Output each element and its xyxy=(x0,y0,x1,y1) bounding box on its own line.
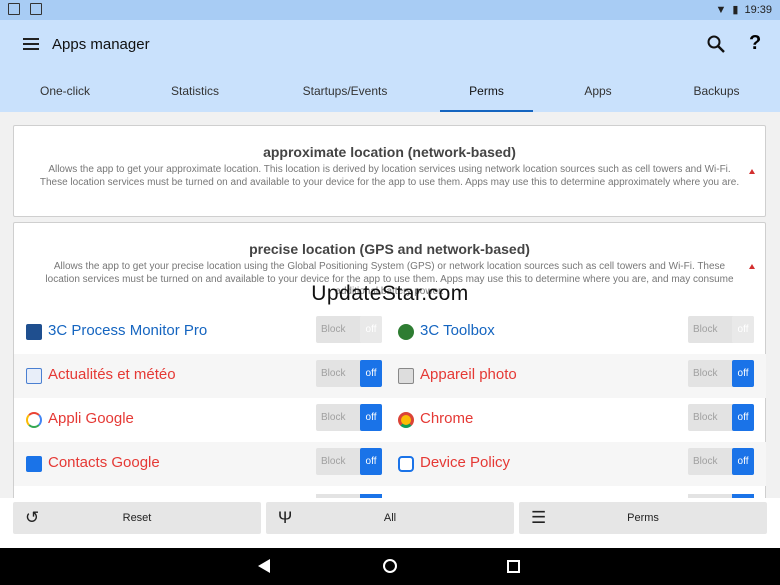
app-name[interactable]: Appli Google xyxy=(48,410,134,427)
gallery-notification-icon xyxy=(8,3,20,15)
perms-label: Perms xyxy=(627,512,659,524)
block-toggle[interactable]: Block off xyxy=(688,316,754,343)
app-entry: 3C Process Monitor Pro Block off xyxy=(14,310,384,354)
collapse-arrow-icon[interactable] xyxy=(749,169,755,174)
chrome-icon xyxy=(398,412,414,428)
wifi-icon: ▼ xyxy=(715,3,727,16)
block-label: Block xyxy=(321,456,346,467)
tab-apps[interactable]: Apps xyxy=(543,80,653,112)
permission-title: precise location (GPS and network-based) xyxy=(249,241,530,257)
block-label: Block xyxy=(693,324,718,335)
status-bar: ▼ ▮ 19:39 xyxy=(0,0,780,20)
off-label: off xyxy=(360,316,382,343)
app-name[interactable]: Appareil photo xyxy=(420,366,517,383)
app-name[interactable]: 3C Process Monitor Pro xyxy=(48,322,207,339)
app-name[interactable]: Contacts Google xyxy=(48,454,160,471)
off-label: off xyxy=(360,404,382,431)
block-label: Block xyxy=(321,368,346,379)
download-notification-icon xyxy=(30,3,42,15)
reset-label: Reset xyxy=(122,512,152,524)
help-icon[interactable]: ? xyxy=(749,32,761,55)
contacts-icon xyxy=(26,456,42,472)
toolbox-icon xyxy=(398,324,414,340)
all-label: All xyxy=(383,512,397,524)
block-label: Block xyxy=(693,412,718,423)
block-toggle[interactable]: Block off xyxy=(688,360,754,387)
permissions-list[interactable]: approximate location (network-based) All… xyxy=(0,112,780,498)
block-toggle[interactable]: Block off xyxy=(688,448,754,475)
collapse-arrow-icon[interactable] xyxy=(749,264,755,269)
recents-icon[interactable] xyxy=(507,560,520,573)
device-policy-icon xyxy=(398,456,414,472)
block-label: Block xyxy=(321,412,346,423)
tab-bar: One-click Statistics Startups/Events Per… xyxy=(0,80,780,112)
app-entry: Contacts Google Block off xyxy=(14,442,384,486)
block-label: Block xyxy=(693,368,718,379)
back-icon[interactable] xyxy=(258,559,270,573)
block-toggle[interactable]: Block off xyxy=(316,448,382,475)
bottom-action-bar: ↺ Reset Ψ All ☰ Perms xyxy=(0,498,780,541)
tab-one-click[interactable]: One-click xyxy=(0,80,130,112)
watermark: UpdateStar.com xyxy=(311,282,469,305)
system-nav-bar xyxy=(0,548,780,585)
app-entry: Appareil photo Block off xyxy=(386,354,756,398)
camera-icon xyxy=(398,368,414,384)
block-label: Block xyxy=(693,456,718,467)
home-icon[interactable] xyxy=(383,559,397,573)
block-toggle[interactable]: Block off xyxy=(316,360,382,387)
google-icon xyxy=(26,412,42,428)
status-time: 19:39 xyxy=(744,3,772,16)
table-row: Contacts Google Block off Device Policy … xyxy=(14,442,766,486)
off-label: off xyxy=(732,448,754,475)
perms-button[interactable]: ☰ Perms xyxy=(519,502,767,534)
all-button[interactable]: Ψ All xyxy=(266,502,514,534)
block-toggle[interactable]: Block off xyxy=(316,404,382,431)
monitor-icon xyxy=(26,324,42,340)
page-title: Apps manager xyxy=(52,36,150,53)
block-label: Block xyxy=(321,324,346,335)
tab-perms[interactable]: Perms xyxy=(440,80,533,112)
tab-startups-events[interactable]: Startups/Events xyxy=(260,80,430,112)
news-icon xyxy=(26,368,42,384)
table-row: Appli Google Block off Chrome Block off xyxy=(14,398,766,442)
app-entry: Actualités et météo Block off xyxy=(14,354,384,398)
permission-card-approximate-location[interactable]: approximate location (network-based) All… xyxy=(13,125,766,217)
off-label: off xyxy=(732,404,754,431)
block-toggle[interactable]: Block off xyxy=(316,316,382,343)
app-entry: 3C Toolbox Block off xyxy=(386,310,756,354)
app-name[interactable]: Chrome xyxy=(420,410,473,427)
off-label: off xyxy=(732,360,754,387)
off-label: off xyxy=(360,360,382,387)
permission-title: approximate location (network-based) xyxy=(263,144,516,160)
menu-icon[interactable] xyxy=(23,38,39,53)
off-label: off xyxy=(732,316,754,343)
permission-description: Allows the app to get your approximate l… xyxy=(39,164,740,188)
table-row: 3C Process Monitor Pro Block off 3C Tool… xyxy=(14,310,766,354)
reset-button[interactable]: ↺ Reset xyxy=(13,502,261,534)
app-entry: Device Policy Block off xyxy=(386,442,756,486)
tab-statistics[interactable]: Statistics xyxy=(130,80,260,112)
off-label: off xyxy=(360,448,382,475)
table-row: Actualités et météo Block off Appareil p… xyxy=(14,354,766,398)
battery-icon: ▮ xyxy=(732,4,739,16)
block-toggle[interactable]: Block off xyxy=(688,404,754,431)
app-name[interactable]: Actualités et météo xyxy=(48,366,176,383)
app-name[interactable]: Device Policy xyxy=(420,454,510,471)
app-name[interactable]: 3C Toolbox xyxy=(420,322,495,339)
tab-backups[interactable]: Backups xyxy=(655,80,778,112)
app-entry: Chrome Block off xyxy=(386,398,756,442)
search-icon[interactable] xyxy=(706,34,726,54)
app-bar: Apps manager ? One-click Statistics Star… xyxy=(0,20,780,112)
app-entry: Appli Google Block off xyxy=(14,398,384,442)
table-row xyxy=(14,486,766,498)
